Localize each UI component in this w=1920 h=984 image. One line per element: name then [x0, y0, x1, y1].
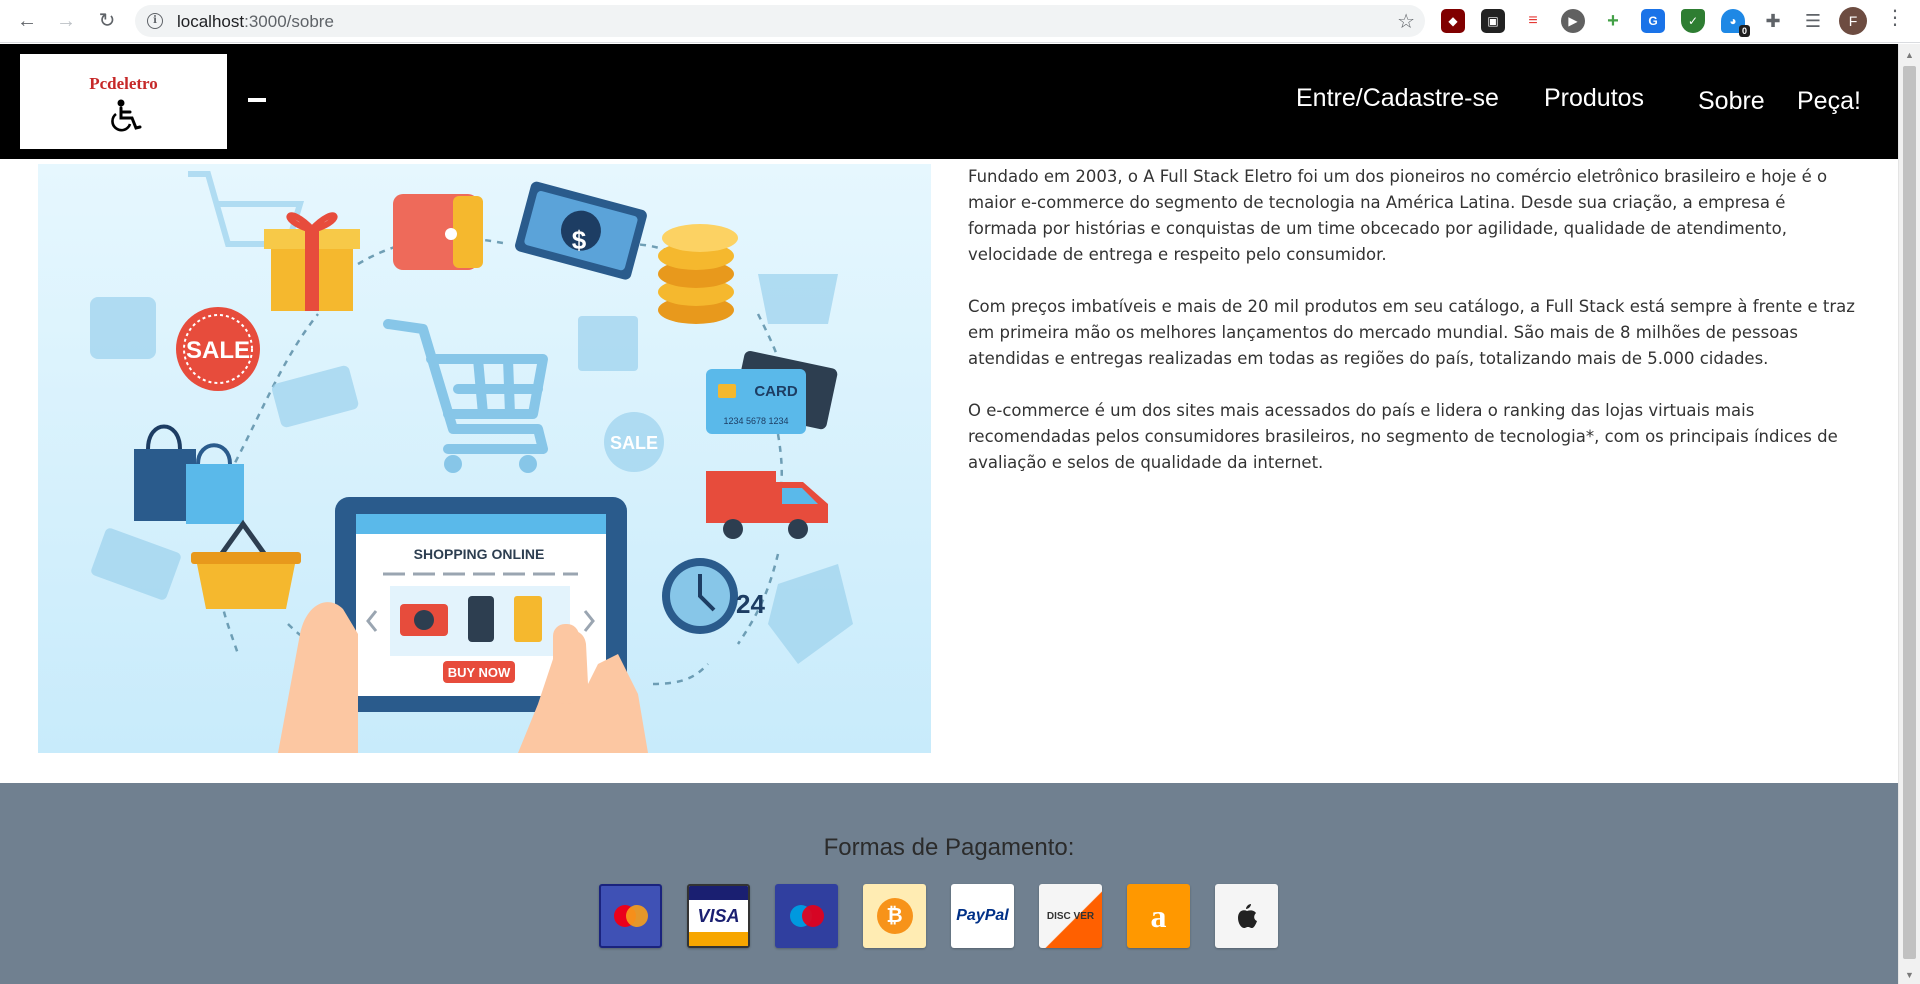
site-header: Pcdeletro Entre/Cadastre-se Produtos Sob… [0, 44, 1898, 159]
about-paragraph-ranking: O e-commerce é um dos sites mais acessad… [968, 401, 1838, 472]
extension-lines-icon[interactable]: ≡ [1521, 9, 1545, 33]
mastercard-icon [599, 884, 662, 948]
discover-icon: DISC VER [1039, 884, 1102, 948]
paypal-icon: PayPal [951, 884, 1014, 948]
url-host: localhost [177, 12, 245, 31]
apple-pay-icon [1215, 884, 1278, 948]
ghost-extension-icon[interactable]: ◕ 0 [1721, 9, 1750, 37]
nav-products-link[interactable]: Produtos [1544, 84, 1644, 113]
payment-icons: VISA ₿ PayPal DISC VER a [599, 884, 1278, 948]
shopping-cart-icon [383, 319, 548, 454]
navbar-toggler-icon[interactable] [248, 98, 266, 102]
faint-sale-text: SALE [610, 433, 658, 453]
faint-truck-icon [272, 365, 359, 428]
extensions-puzzle-icon[interactable]: ✚ [1761, 9, 1785, 33]
scroll-up-arrow-icon[interactable]: ▲ [1905, 50, 1914, 60]
nav-about-link[interactable]: Sobre [1698, 87, 1765, 116]
faint-money-icon [91, 528, 181, 600]
site-footer: Formas de Pagamento: VISA ₿ PayPal DISC … [0, 783, 1898, 984]
gift-icon [264, 212, 360, 311]
illustration-canvas: SALE $ SALE CARD 1234 5678 1234 24 SHOPP… [90, 171, 853, 753]
about-paragraph-prices: Com preços imbatíveis e mais de 20 mil p… [968, 297, 1855, 368]
browser-toolbar: ← → ↻ i localhost:3000/sobre ☆ ◆ ▣ ≡ ▶ +… [0, 0, 1920, 43]
forward-icon[interactable]: → [53, 8, 79, 34]
clock-24-text: 24 [736, 589, 765, 619]
translate-icon[interactable]: G [1641, 9, 1665, 33]
profile-avatar[interactable]: F [1839, 7, 1867, 35]
page-scrollbar[interactable]: ▲ ▼ [1898, 44, 1920, 984]
extension-dark-icon[interactable]: ▣ [1481, 9, 1505, 33]
browser-menu-icon[interactable]: ⋮ [1885, 8, 1905, 28]
maestro-icon [775, 884, 838, 948]
bookmark-star-icon[interactable]: ☆ [1397, 9, 1415, 34]
sale-badge-text: SALE [186, 337, 250, 364]
about-paragraph-history: Fundado em 2003, o A Full Stack Eletro f… [968, 167, 1828, 264]
bitcoin-symbol: ₿ [876, 898, 913, 934]
amazon-icon: a [1127, 884, 1190, 948]
payment-methods-title: Formas de Pagamento: [823, 834, 1075, 861]
logo-text: Pcdeletro [89, 74, 158, 93]
wallet-icon [393, 194, 483, 270]
card-label-text: CARD [754, 383, 797, 400]
site-logo[interactable]: Pcdeletro [20, 54, 227, 149]
money-dollar-sign: $ [572, 225, 587, 255]
basket-icon [191, 519, 301, 609]
reload-icon[interactable]: ↻ [94, 8, 120, 34]
shield-extension-icon[interactable]: ✓ [1681, 9, 1705, 33]
faint-wallet-icon [90, 297, 156, 359]
scrollbar-thumb[interactable] [1903, 66, 1916, 959]
ublock-icon[interactable]: ◆ [1441, 9, 1465, 33]
plus-extension-icon[interactable]: + [1601, 9, 1625, 33]
online-shopping-illustration: SALE $ SALE CARD 1234 5678 1234 24 SHOPP… [38, 164, 931, 753]
play-extension-icon[interactable]: ▶ [1561, 9, 1585, 33]
back-icon[interactable]: ← [14, 8, 40, 34]
about-text: Fundado em 2003, o A Full Stack Eletro f… [968, 164, 1858, 502]
visa-label: VISA [697, 905, 740, 926]
faint-basket-icon [758, 274, 838, 324]
faint-price-tag-icon [768, 564, 853, 664]
wheelchair-icon [111, 99, 142, 132]
delivery-truck-icon [706, 471, 828, 539]
visa-icon: VISA [687, 884, 750, 948]
page-viewport: Pcdeletro Entre/Cadastre-se Produtos Sob… [0, 44, 1898, 984]
shopping-bags-icon [134, 424, 244, 524]
tablet-screen-title: SHOPPING ONLINE [414, 546, 545, 562]
faint-gift-icon [578, 316, 638, 371]
nav-order-link[interactable]: Peça! [1797, 87, 1861, 116]
extension-badge: 0 [1738, 25, 1750, 37]
bitcoin-icon: ₿ [863, 884, 926, 948]
reading-list-icon[interactable]: ☰ [1801, 9, 1825, 33]
coins-icon [658, 224, 738, 324]
clock-24-icon [662, 558, 738, 634]
site-info-icon[interactable]: i [147, 13, 163, 29]
url-path: :3000/sobre [244, 12, 334, 31]
scroll-down-arrow-icon[interactable]: ▼ [1905, 970, 1914, 980]
nav-login-link[interactable]: Entre/Cadastre-se [1296, 84, 1499, 113]
card-number-text: 1234 5678 1234 [723, 416, 788, 426]
address-bar[interactable]: i localhost:3000/sobre ☆ [135, 5, 1425, 37]
url-text[interactable]: localhost:3000/sobre [177, 12, 334, 32]
tablet-buy-button-text: BUY NOW [448, 665, 511, 680]
